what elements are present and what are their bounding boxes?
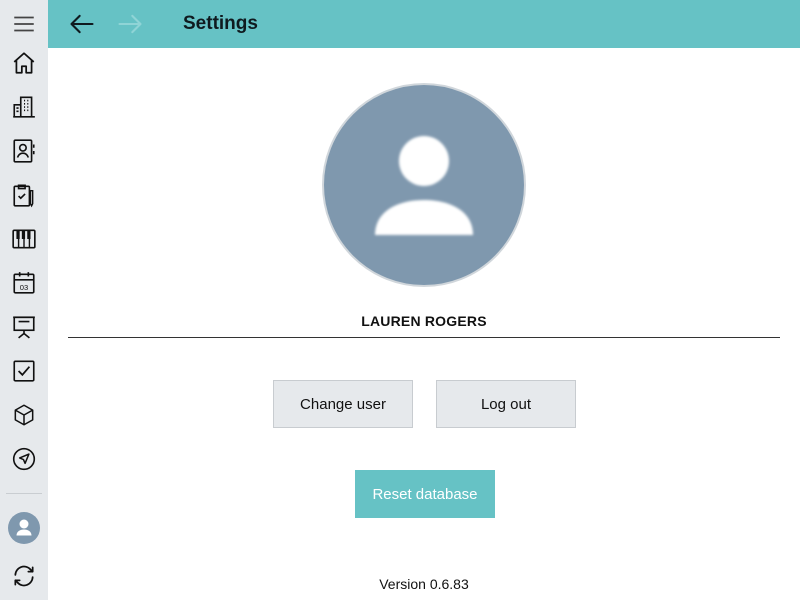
header-bar: Settings — [48, 0, 800, 48]
clipboard-check-icon — [13, 184, 34, 208]
arrow-right-icon — [118, 14, 142, 34]
home-icon — [13, 52, 35, 74]
contacts-book-icon — [13, 139, 35, 163]
forward-button[interactable] — [112, 6, 148, 42]
sidebar-item-presentation[interactable] — [0, 305, 48, 349]
presentation-board-icon — [13, 316, 35, 339]
user-silhouette-icon — [375, 136, 473, 235]
sidebar-item-checklist[interactable] — [0, 349, 48, 393]
change-user-button[interactable]: Change user — [273, 380, 413, 428]
version-label: Version 0.6.83 — [379, 576, 469, 592]
sidebar-item-calendar[interactable]: 03 — [0, 261, 48, 305]
cube-icon — [14, 404, 34, 426]
sidebar-item-piano[interactable] — [0, 217, 48, 261]
sidebar-item-home[interactable] — [0, 41, 48, 85]
profile-avatar — [322, 83, 526, 287]
log-out-button[interactable]: Log out — [436, 380, 576, 428]
page-title: Settings — [183, 13, 258, 34]
sidebar-item-3d-objects[interactable] — [0, 393, 48, 437]
calendar-day-text: 03 — [20, 283, 28, 292]
sidebar-separator — [6, 493, 42, 494]
user-name: LAUREN ROGERS — [361, 313, 487, 329]
navigation-arrow-icon — [12, 447, 36, 471]
sidebar-item-tasks[interactable] — [0, 173, 48, 217]
reset-database-button[interactable]: Reset database — [355, 470, 495, 518]
checkbox-icon — [13, 360, 35, 382]
sidebar: 03 — [0, 0, 48, 600]
sync-icon — [14, 565, 34, 587]
sidebar-item-contacts[interactable] — [0, 129, 48, 173]
sidebar-item-sync[interactable] — [0, 554, 48, 598]
sidebar-item-account[interactable] — [0, 506, 48, 550]
sidebar-item-buildings[interactable] — [0, 85, 48, 129]
piano-keys-icon — [12, 229, 36, 249]
arrow-left-icon — [70, 14, 94, 34]
hamburger-menu-button[interactable] — [0, 2, 48, 46]
buildings-icon — [13, 96, 35, 118]
back-button[interactable] — [64, 6, 100, 42]
sidebar-item-navigation[interactable] — [0, 437, 48, 481]
hamburger-menu-icon — [14, 16, 34, 32]
name-divider — [68, 337, 780, 338]
user-avatar-icon — [8, 512, 40, 544]
calendar-icon: 03 — [13, 272, 35, 294]
